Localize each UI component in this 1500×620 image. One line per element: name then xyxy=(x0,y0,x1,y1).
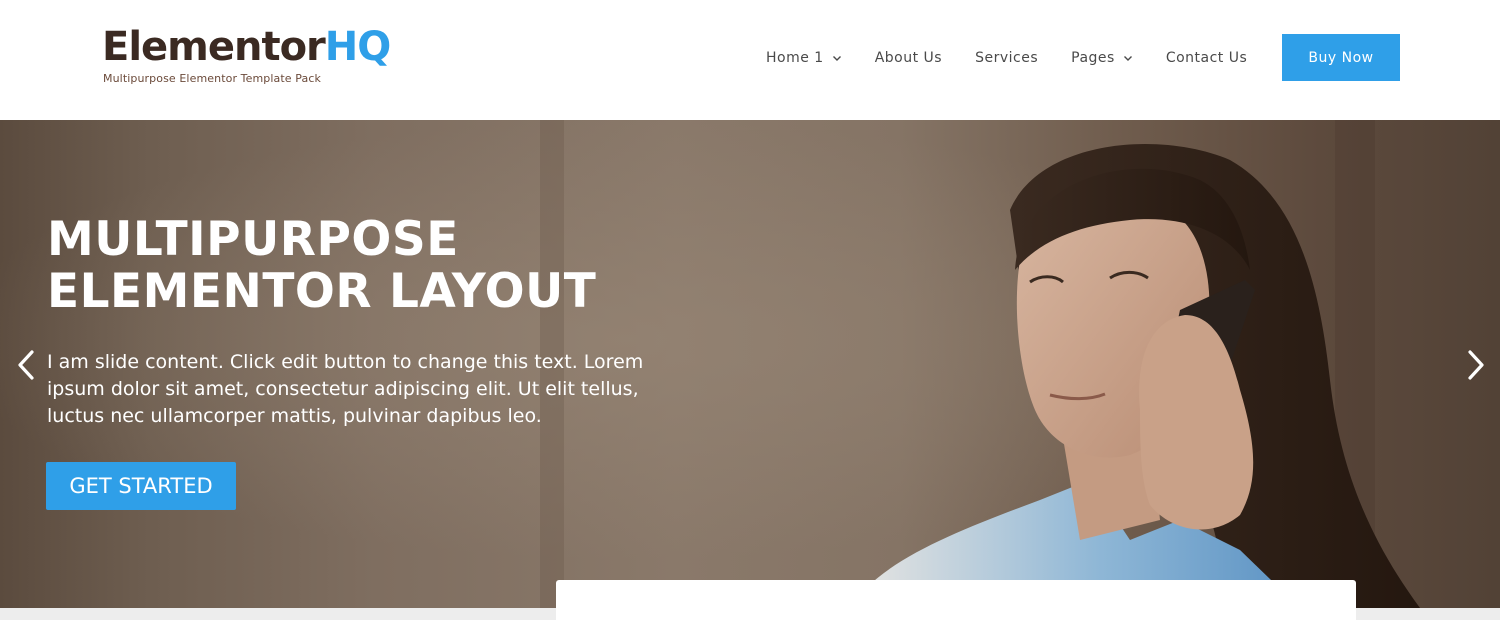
logo-tagline: Multipurpose Elementor Template Pack xyxy=(103,72,321,85)
nav-item-pages[interactable]: Pages xyxy=(1071,50,1133,66)
hero-text: I am slide content. Click edit button to… xyxy=(47,351,644,427)
nav-item-home-1[interactable]: Home 1 xyxy=(766,50,842,66)
chevron-down-icon xyxy=(832,56,841,61)
logo-part-hq: HQ xyxy=(324,24,391,70)
site-logo[interactable]: ElementorHQ Multipurpose Elementor Templ… xyxy=(102,24,391,85)
nav-item-label: Contact Us xyxy=(1165,50,1248,66)
buy-now-button[interactable]: Buy Now xyxy=(1282,34,1400,81)
chevron-left-icon[interactable] xyxy=(14,348,38,382)
nav-item-label: Pages xyxy=(1071,50,1115,66)
content-card xyxy=(556,580,1356,620)
logo-wordmark: ElementorHQ xyxy=(102,24,391,70)
main-nav: Home 1 About Us Services Pages Contact U… xyxy=(766,34,1247,82)
get-started-button[interactable]: GET STARTED xyxy=(46,462,236,510)
nav-item-services[interactable]: Services xyxy=(975,50,1038,66)
hero-slider: MULTIPURPOSE ELEMENTOR LAYOUT I am slide… xyxy=(0,120,1500,608)
chevron-right-icon[interactable] xyxy=(1464,348,1488,382)
nav-item-contact-us[interactable]: Contact Us xyxy=(1166,50,1247,66)
chevron-down-icon xyxy=(1123,56,1132,61)
nav-item-label: Home 1 xyxy=(766,50,824,66)
nav-item-label: About Us xyxy=(874,50,943,66)
nav-item-label: Services xyxy=(975,50,1039,66)
nav-item-about-us[interactable]: About Us xyxy=(875,50,942,66)
site-header: ElementorHQ Multipurpose Elementor Templ… xyxy=(0,0,1500,120)
hero-title: MULTIPURPOSE ELEMENTOR LAYOUT xyxy=(47,212,597,319)
logo-part-elementor: Elementor xyxy=(102,24,326,70)
